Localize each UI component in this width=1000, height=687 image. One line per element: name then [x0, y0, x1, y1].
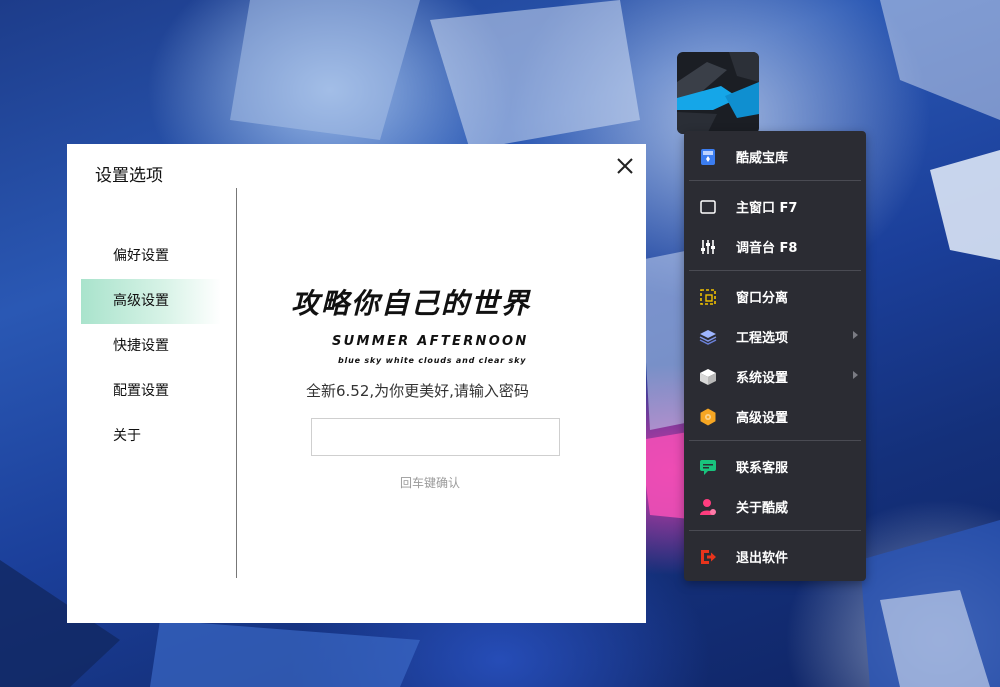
menu-item-label: 工程选项 — [736, 330, 789, 346]
menu-item-label: 系统设置 — [736, 370, 789, 386]
menu-item-label: 联系客服 — [736, 460, 789, 476]
menu-item-system-settings[interactable]: 系统设置 — [684, 356, 866, 396]
menu-separator — [689, 440, 861, 441]
chat-support-icon — [700, 460, 716, 475]
menu-item-label: 调音台 F8 — [736, 240, 798, 256]
hexagon-gear-icon — [700, 408, 716, 426]
password-prompt: 全新6.52,为你更美好,请输入密码 — [306, 382, 529, 400]
mixer-sliders-icon — [701, 240, 715, 254]
submenu-arrow-icon — [853, 331, 858, 339]
nav-item-preferences[interactable]: 偏好设置 — [81, 234, 221, 279]
window-icon — [700, 200, 716, 214]
detach-window-icon — [700, 289, 716, 305]
nav-item-about[interactable]: 关于 — [81, 414, 221, 459]
cube-icon — [700, 369, 716, 385]
subtitle-text: SUMMER AFTERNOON — [332, 334, 529, 349]
submenu-arrow-icon — [853, 371, 858, 379]
menu-item-label: 高级设置 — [736, 410, 789, 426]
treasure-book-icon — [701, 149, 715, 165]
menu-item-main-window[interactable]: 主窗口 F7 — [684, 186, 866, 226]
enter-hint: 回车键确认 — [400, 476, 461, 490]
settings-nav: 偏好设置 高级设置 快捷设置 配置设置 关于 — [81, 234, 221, 459]
menu-separator — [689, 180, 861, 181]
user-profile-icon — [700, 499, 716, 515]
menu-separator — [689, 530, 861, 531]
slogan-text: 攻略你自己的世界 — [291, 287, 532, 320]
nav-item-config[interactable]: 配置设置 — [81, 369, 221, 414]
menu-item-label: 关于酷威 — [736, 500, 789, 516]
menu-item-label: 酷威宝库 — [736, 150, 789, 166]
tray-context-menu: 酷威宝库 主窗口 F7 调音台 F8 窗口分离 工程选项 系统设置 高级设置 联… — [684, 131, 866, 581]
menu-separator — [689, 270, 861, 271]
menu-item-advanced-settings[interactable]: 高级设置 — [684, 396, 866, 436]
menu-item-exit[interactable]: 退出软件 — [684, 536, 866, 576]
menu-item-treasure[interactable]: 酷威宝库 — [684, 136, 866, 176]
settings-dialog: 设置选项 偏好设置 高级设置 快捷设置 配置设置 关于 攻略你自己的世界 SUM… — [67, 144, 646, 623]
tagline-text: blue sky white clouds and clear sky — [338, 356, 527, 365]
menu-item-mixer[interactable]: 调音台 F8 — [684, 226, 866, 266]
menu-item-label: 窗口分离 — [736, 290, 789, 306]
menu-item-about-kuwei[interactable]: 关于酷威 — [684, 486, 866, 526]
menu-item-project-options[interactable]: 工程选项 — [684, 316, 866, 356]
password-input[interactable] — [311, 418, 560, 456]
menu-item-label: 主窗口 F7 — [736, 200, 798, 216]
menu-item-label: 退出软件 — [736, 550, 789, 566]
nav-item-advanced[interactable]: 高级设置 — [81, 279, 221, 324]
menu-item-contact-support[interactable]: 联系客服 — [684, 446, 866, 486]
dialog-title: 设置选项 — [95, 166, 163, 186]
nav-item-shortcuts[interactable]: 快捷设置 — [81, 324, 221, 369]
app-icon[interactable] — [677, 52, 759, 134]
advanced-panel: 攻略你自己的世界 SUMMER AFTERNOON blue sky white… — [237, 144, 646, 623]
menu-item-detach-window[interactable]: 窗口分离 — [684, 276, 866, 316]
layers-icon — [699, 330, 717, 345]
exit-icon — [701, 550, 716, 564]
